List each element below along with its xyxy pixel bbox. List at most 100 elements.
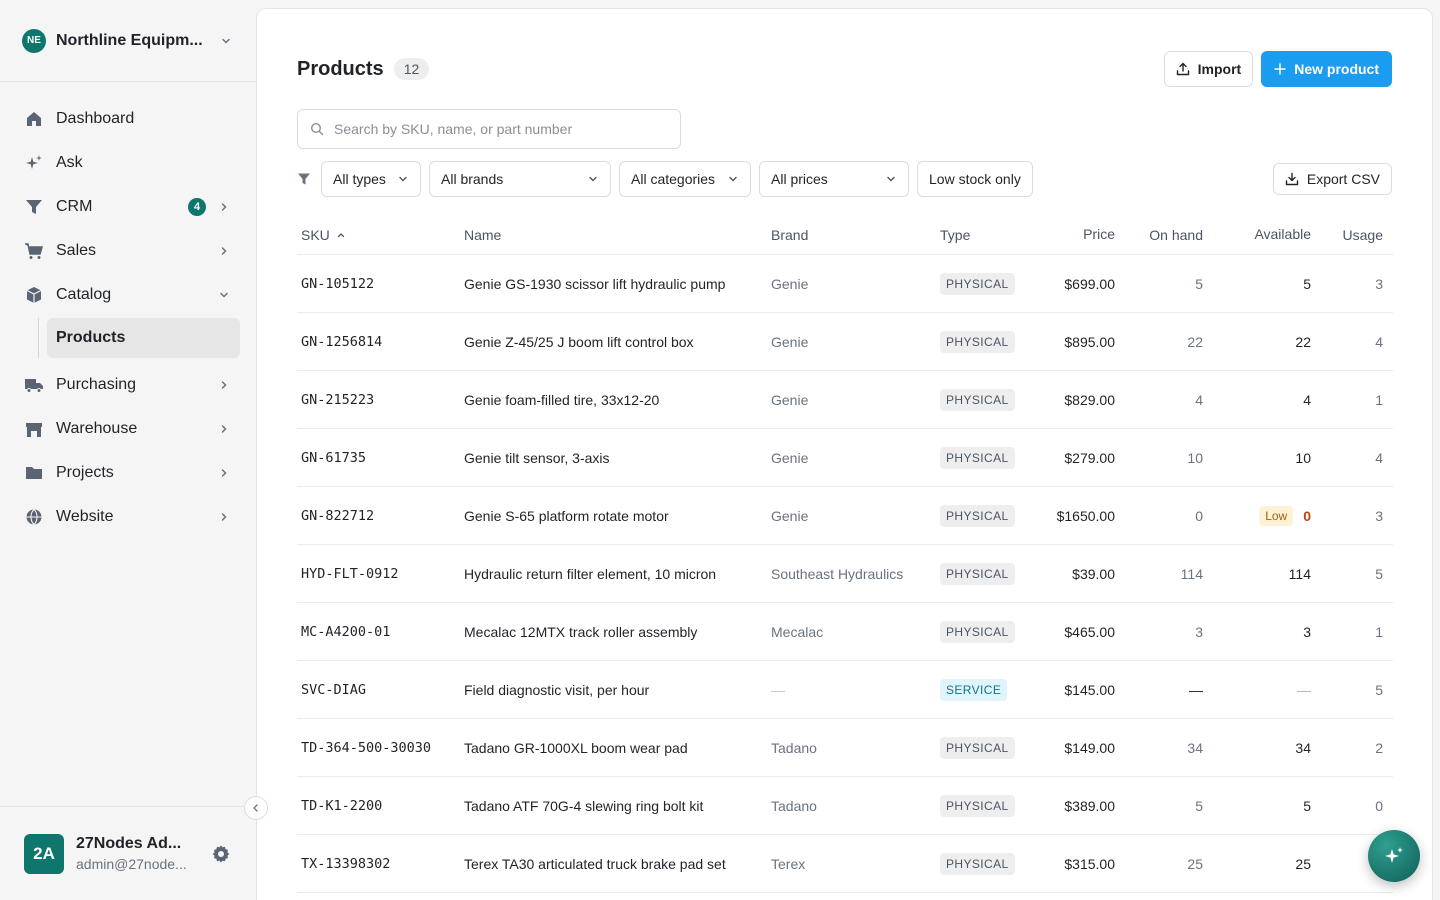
type-cell: PHYSICAL [940, 388, 1030, 411]
nav-label-projects: Projects [56, 464, 114, 481]
search-input[interactable] [334, 121, 664, 137]
type-cell: PHYSICAL [940, 272, 1030, 295]
usage-cell: 4 [1375, 449, 1383, 466]
export-csv-button[interactable]: Export CSV [1272, 163, 1392, 195]
name-cell: Hydraulic return filter element, 10 micr… [464, 565, 717, 582]
table-row[interactable]: GN-1256814 Genie Z-45/25 J boom lift cont… [297, 313, 1393, 371]
available-cell: 34 [1203, 740, 1311, 756]
table-row[interactable]: TX-13398302 Terex TA30 articulated truck … [297, 835, 1393, 893]
type-badge: PHYSICAL [940, 446, 1015, 469]
sku-cell: GN-61735 [301, 449, 367, 466]
type-cell: PHYSICAL [940, 446, 1030, 469]
price-cell: $145.00 [1064, 681, 1115, 698]
available-value: 4 [1303, 391, 1311, 408]
type-badge: PHYSICAL [940, 736, 1015, 759]
available-value: 5 [1303, 797, 1311, 814]
category-filter-select[interactable]: All categories [619, 161, 751, 197]
column-header-type[interactable]: Type [940, 227, 1030, 243]
table-row[interactable]: TD-364-500-30030 Tadano GR-1000XL boom we… [297, 719, 1393, 777]
on-hand-cell: 4 [1195, 391, 1203, 408]
available-value: 10 [1295, 449, 1311, 466]
sku-cell: MC-A4200-01 [301, 623, 391, 640]
usage-cell: 5 [1375, 565, 1383, 582]
column-header-available[interactable]: Available [1203, 226, 1311, 242]
nav-item-catalog[interactable]: Catalog [16, 274, 240, 316]
filter-icon [297, 172, 313, 186]
sort-ascending-icon [336, 230, 346, 240]
nav-item-projects[interactable]: Projects [16, 452, 240, 494]
nav-item-ask[interactable]: Ask [16, 142, 240, 184]
type-cell: PHYSICAL [940, 620, 1030, 643]
name-cell: Field diagnostic visit, per hour [464, 681, 650, 698]
import-label: Import [1197, 61, 1242, 77]
brand-filter-value: All brands [441, 171, 504, 187]
price-filter-select[interactable]: All prices [759, 161, 909, 197]
name-cell: Tadano GR-1000XL boom wear pad [464, 739, 688, 756]
nav-item-products[interactable]: Products [47, 318, 240, 358]
table-row[interactable]: TD-K1-2200 Tadano ATF 70G-4 slewing ring … [297, 777, 1393, 835]
usage-cell: 0 [1375, 797, 1383, 814]
user-avatar: 2A [24, 833, 64, 874]
nav-item-purchasing[interactable]: Purchasing [16, 364, 240, 406]
category-filter-value: All categories [631, 171, 716, 187]
on-hand-cell: 3 [1195, 623, 1203, 640]
table-row[interactable]: GN-215223 Genie foam-filled tire, 33x12-2… [297, 371, 1393, 429]
nav-label-dashboard: Dashboard [56, 110, 135, 127]
available-cell: 4 [1203, 392, 1311, 408]
download-icon [1285, 172, 1299, 186]
ai-assistant-button[interactable] [1368, 830, 1420, 882]
column-label-sku: SKU [301, 226, 330, 243]
table-row[interactable]: HYD-FLT-0912 Hydraulic return filter elem… [297, 545, 1393, 603]
brand-filter-select[interactable]: All brands [429, 161, 611, 197]
nav-item-sales[interactable]: Sales [16, 230, 240, 272]
gear-icon[interactable] [210, 843, 232, 865]
available-cell: 22 [1203, 334, 1311, 350]
user-account[interactable]: 2A 27Nodes Ad... admin@27node... [0, 806, 256, 900]
products-table: SKU Name Brand Type Price On hand Availa… [297, 215, 1393, 893]
nav-label-purchasing: Purchasing [56, 376, 137, 393]
type-cell: PHYSICAL [940, 330, 1030, 353]
table-row[interactable]: MC-A4200-01 Mecalac 12MTX track roller as… [297, 603, 1393, 661]
on-hand-cell: 114 [1180, 565, 1203, 582]
main-nav: Dashboard Ask CRM 4 Sales Catalog Produc… [0, 82, 256, 538]
column-header-on-hand[interactable]: On hand [1115, 227, 1203, 243]
column-header-price[interactable]: Price [1030, 226, 1115, 242]
type-cell: PHYSICAL [940, 794, 1030, 817]
price-filter-value: All prices [771, 171, 828, 187]
folder-icon [24, 463, 44, 483]
price-cell: $279.00 [1064, 449, 1115, 466]
low-stock-toggle[interactable]: Low stock only [917, 161, 1033, 197]
type-cell: PHYSICAL [940, 562, 1030, 585]
on-hand-cell: 0 [1195, 507, 1203, 524]
import-button[interactable]: Import [1163, 51, 1254, 87]
table-row[interactable]: GN-61735 Genie tilt sensor, 3-axis Genie PH… [297, 429, 1393, 487]
column-header-name[interactable]: Name [464, 227, 771, 243]
user-name: 27Nodes Ad... [76, 835, 182, 852]
funnel-icon [24, 197, 44, 217]
org-switcher[interactable]: NE Northline Equipm... [0, 0, 256, 82]
nav-label-website: Website [56, 508, 114, 525]
cube-icon [24, 285, 44, 305]
new-product-label: New product [1294, 61, 1379, 77]
collapse-sidebar-button[interactable] [244, 796, 268, 820]
sku-cell: TD-K1-2200 [301, 797, 383, 814]
column-header-usage[interactable]: Usage [1311, 227, 1393, 243]
type-badge: SERVICE [940, 678, 1008, 701]
table-row[interactable]: GN-105122 Genie GS-1930 scissor lift hydr… [297, 255, 1393, 313]
search-box [297, 109, 681, 149]
column-header-brand[interactable]: Brand [771, 227, 940, 243]
nav-item-dashboard[interactable]: Dashboard [16, 98, 240, 140]
table-row[interactable]: SVC-DIAG Field diagnostic visit, per hour… [297, 661, 1393, 719]
chevron-down-icon [397, 173, 409, 185]
table-row[interactable]: GN-822712 Genie S-65 platform rotate moto… [297, 487, 1393, 545]
new-product-button[interactable]: New product [1261, 51, 1392, 87]
org-avatar: NE [22, 28, 46, 53]
available-value: 25 [1295, 855, 1311, 872]
type-filter-select[interactable]: All types [321, 161, 421, 197]
nav-item-website[interactable]: Website [16, 496, 240, 538]
type-badge: PHYSICAL [940, 852, 1015, 875]
on-hand-cell: 34 [1187, 739, 1203, 756]
nav-item-crm[interactable]: CRM 4 [16, 186, 240, 228]
column-header-sku[interactable]: SKU [297, 227, 464, 243]
nav-item-warehouse[interactable]: Warehouse [16, 408, 240, 450]
